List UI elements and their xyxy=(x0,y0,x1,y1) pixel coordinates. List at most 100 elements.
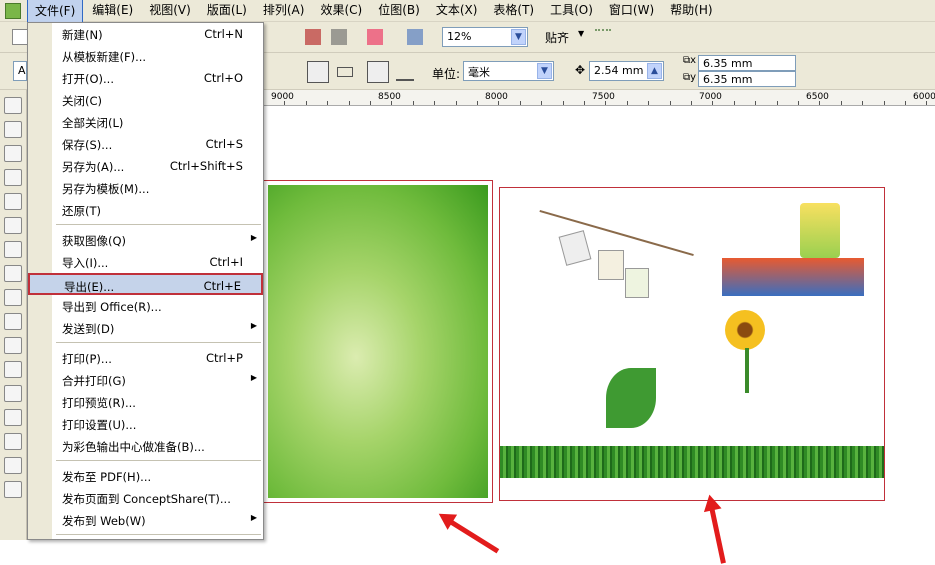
menu-11[interactable]: 帮助(H) xyxy=(663,0,719,23)
menu-item-icon xyxy=(32,254,47,269)
menu-item-shortcut: Ctrl+S xyxy=(205,137,243,151)
tool-icon-13[interactable] xyxy=(4,409,22,426)
ruler-tick xyxy=(862,101,864,105)
file-menu-item-2[interactable]: 打开(O)... Ctrl+O xyxy=(28,67,263,89)
menu-1[interactable]: 编辑(E) xyxy=(85,0,140,23)
menu-7[interactable]: 文本(X) xyxy=(429,0,485,23)
menu-3[interactable]: 版面(L) xyxy=(200,0,254,23)
tool-icon-6[interactable] xyxy=(4,241,22,258)
ruler-tick xyxy=(541,101,543,105)
chevron-down-icon[interactable]: ▼ xyxy=(578,29,584,38)
file-menu-item-19[interactable]: 发布至 PDF(H)... xyxy=(28,465,263,487)
zoom-level-select[interactable]: 12% ▼ xyxy=(442,27,528,47)
menu-5[interactable]: 效果(C) xyxy=(313,0,369,23)
menu-item-shortcut: Ctrl+N xyxy=(204,27,243,41)
menu-item-label: 打印预览(R)... xyxy=(62,396,136,410)
file-menu-item-7[interactable]: 另存为模板(M)... xyxy=(28,177,263,199)
file-menu-item-14[interactable]: 打印(P)... Ctrl+P xyxy=(28,347,263,369)
paper-size-select[interactable]: A xyxy=(13,61,27,81)
tool-icon-1[interactable] xyxy=(4,121,22,138)
import-icon[interactable] xyxy=(305,29,321,45)
tool-icon-3[interactable] xyxy=(4,169,22,186)
tool-icon-4[interactable] xyxy=(4,193,22,210)
file-menu-item-0[interactable]: 新建(N) Ctrl+N xyxy=(28,23,263,45)
landscape-icon[interactable] xyxy=(337,67,353,77)
duplicate-y-input[interactable]: 6.35 mm xyxy=(698,71,796,87)
app-logo-icon xyxy=(5,2,21,19)
menu-item-label: 打开(O)... xyxy=(62,72,114,86)
tool-icon-16[interactable] xyxy=(4,481,22,498)
units-select[interactable]: 毫米 ▼ xyxy=(463,61,554,81)
tool-icon-5[interactable] xyxy=(4,217,22,234)
menu-6[interactable]: 位图(B) xyxy=(371,0,427,23)
menu-2[interactable]: 视图(V) xyxy=(142,0,198,23)
menu-separator xyxy=(56,460,261,461)
tool-icon-7[interactable] xyxy=(4,265,22,282)
snap-to-button[interactable]: 贴齐 xyxy=(545,29,569,46)
duplicate-x-input[interactable]: 6.35 mm xyxy=(698,55,796,71)
menu-item-label: 发布页面到 ConceptShare(T)... xyxy=(62,492,231,506)
file-menu-item-11[interactable]: 导出(E)... Ctrl+E xyxy=(28,273,263,295)
ruler-tick xyxy=(412,101,414,105)
tool-icon-2[interactable] xyxy=(4,145,22,162)
file-menu-item-16[interactable]: 打印预览(R)... xyxy=(28,391,263,413)
ruler-tick xyxy=(519,101,521,105)
file-menu-item-1[interactable]: 从模板新建(F)... xyxy=(28,45,263,67)
file-menu-item-13[interactable]: 发送到(D) ▶ xyxy=(28,317,263,339)
red-arrow-right-image xyxy=(708,503,726,564)
menu-item-icon xyxy=(32,416,47,431)
tool-icon-8[interactable] xyxy=(4,289,22,306)
ruler-tick xyxy=(477,101,478,105)
fruit-drinks xyxy=(722,258,864,296)
file-menu-item-9[interactable]: 获取图像(Q) ▶ xyxy=(28,229,263,251)
submenu-arrow-icon: ▶ xyxy=(250,233,257,242)
tool-icon-10[interactable] xyxy=(4,337,22,354)
menu-4[interactable]: 排列(A) xyxy=(256,0,312,23)
tool-icon-9[interactable] xyxy=(4,313,22,330)
chevron-down-icon[interactable]: ▼ xyxy=(537,63,552,79)
file-menu-item-20[interactable]: 发布页面到 ConceptShare(T)... xyxy=(28,487,263,509)
sunflower-stem xyxy=(745,348,749,393)
file-menu-item-18[interactable]: 为彩色输出中心做准备(B)... xyxy=(28,435,263,457)
export-icon[interactable] xyxy=(331,29,347,45)
file-menu-item-15[interactable]: 合并打印(G) ▶ xyxy=(28,369,263,391)
snap-options-icon[interactable] xyxy=(595,29,611,45)
toolbox xyxy=(0,90,27,540)
drink-glasses xyxy=(800,203,840,258)
file-menu-item-10[interactable]: 导入(I)... Ctrl+I xyxy=(28,251,263,273)
green-background-image[interactable] xyxy=(263,180,493,503)
chevron-down-icon[interactable]: ▼ xyxy=(511,29,526,45)
tool-icon-12[interactable] xyxy=(4,385,22,402)
all-pages-icon[interactable] xyxy=(367,61,389,83)
file-menu-item-8[interactable]: 还原(T) xyxy=(28,199,263,221)
file-menu-item-12[interactable]: 导出到 Office(R)... xyxy=(28,295,263,317)
tool-icon-11[interactable] xyxy=(4,361,22,378)
file-menu-item-5[interactable]: 保存(S)... Ctrl+S xyxy=(28,133,263,155)
menu-9[interactable]: 工具(O) xyxy=(543,0,600,23)
file-menu-item-6[interactable]: 另存为(A)... Ctrl+Shift+S xyxy=(28,155,263,177)
file-menu-item-3[interactable]: 关闭(C) xyxy=(28,89,263,111)
duplicate-x-icon: ⧉x xyxy=(683,55,697,66)
spinner-icon[interactable]: ▲ xyxy=(647,63,662,79)
tool-icon-0[interactable] xyxy=(4,97,22,114)
menu-item-icon xyxy=(32,202,47,217)
current-page-icon[interactable] xyxy=(396,65,414,81)
menu-10[interactable]: 窗口(W) xyxy=(602,0,661,23)
menu-item-icon xyxy=(32,48,47,63)
file-menu-item-21[interactable]: 发布到 Web(W) ▶ xyxy=(28,509,263,531)
application-launcher-icon[interactable] xyxy=(367,29,383,45)
summer-elements-image[interactable] xyxy=(499,187,885,501)
menu-item-icon xyxy=(32,92,47,107)
welcome-screen-icon[interactable] xyxy=(407,29,423,45)
horizontal-ruler[interactable]: 9000 8500 8000 7500 7000 6500 6000 xyxy=(263,90,935,106)
menu-0[interactable]: 文件(F) xyxy=(27,0,84,23)
new-icon[interactable] xyxy=(12,29,28,45)
file-menu-item-17[interactable]: 打印设置(U)... xyxy=(28,413,263,435)
menu-item-icon xyxy=(32,180,47,195)
file-menu-item-4[interactable]: 全部关闭(L) xyxy=(28,111,263,133)
tool-icon-15[interactable] xyxy=(4,457,22,474)
portrait-icon[interactable] xyxy=(307,61,329,83)
tool-icon-14[interactable] xyxy=(4,433,22,450)
nudge-distance-input[interactable]: 2.54 mm ▲ xyxy=(589,61,664,81)
menu-8[interactable]: 表格(T) xyxy=(486,0,541,23)
